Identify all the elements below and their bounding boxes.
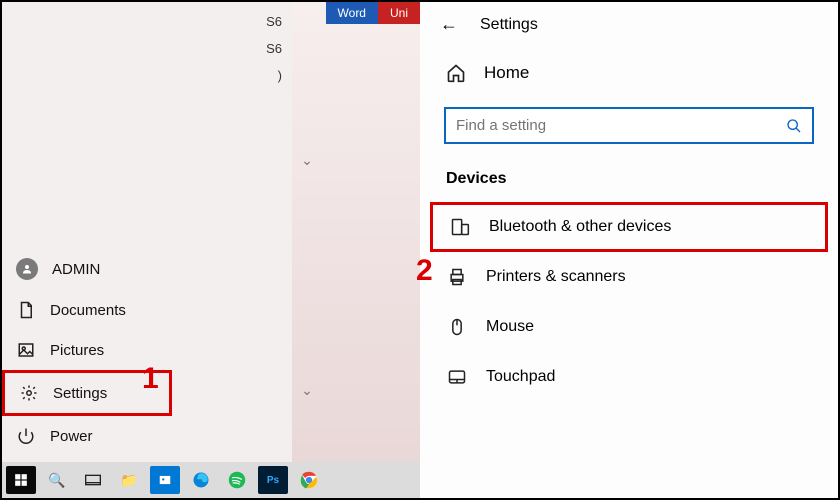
bluetooth-item[interactable]: Bluetooth & other devices: [430, 202, 828, 252]
documents-item[interactable]: Documents: [2, 290, 172, 330]
taskbar: 🔍 📁 Ps: [2, 462, 420, 498]
home-item[interactable]: Home: [420, 53, 838, 93]
back-arrow-icon[interactable]: ←: [440, 14, 458, 35]
mouse-icon: [446, 316, 468, 338]
user-label: ADMIN: [52, 261, 100, 278]
bluetooth-label: Bluetooth & other devices: [489, 218, 671, 236]
settings-header: ← Settings: [420, 2, 838, 53]
app-fragment: S6: [172, 35, 292, 62]
user-account[interactable]: ADMIN: [2, 248, 172, 290]
taskbar-search-icon[interactable]: 🔍: [42, 466, 72, 494]
chrome-icon[interactable]: [294, 466, 324, 494]
document-icon: [16, 300, 36, 320]
tile-word[interactable]: Word: [326, 2, 378, 24]
bluetooth-devices-icon: [449, 216, 471, 238]
file-explorer-icon[interactable]: 📁: [114, 466, 144, 494]
tile-unikey[interactable]: Uni: [378, 2, 420, 24]
start-button[interactable]: [6, 466, 36, 494]
annotation-step-2: 2: [416, 254, 433, 288]
annotation-step-1: 1: [142, 362, 159, 396]
spotify-icon[interactable]: [222, 466, 252, 494]
gear-icon: [19, 383, 39, 403]
search-icon: [786, 118, 802, 134]
avatar-icon: [16, 258, 38, 280]
taskview-icon[interactable]: [78, 466, 108, 494]
start-menu-panel: Word Uni S6 S6 ) ⌄ ⌄ ADMIN Documents: [2, 2, 420, 498]
app-fragment: ): [172, 62, 292, 89]
devices-section-title: Devices: [420, 164, 838, 202]
printers-label: Printers & scanners: [486, 268, 626, 286]
power-item[interactable]: Power: [2, 416, 172, 456]
app-fragment: S6: [172, 8, 292, 35]
edge-icon[interactable]: [186, 466, 216, 494]
settings-title: Settings: [480, 16, 538, 34]
search-container: [444, 107, 814, 144]
settings-panel: ← Settings Home Devices 2 Bluetooth & ot…: [420, 2, 838, 498]
home-label: Home: [484, 63, 529, 83]
settings-label: Settings: [53, 385, 107, 402]
photos-app-icon[interactable]: [150, 466, 180, 494]
power-label: Power: [50, 428, 93, 445]
search-input[interactable]: [444, 107, 814, 144]
chevron-down-icon[interactable]: ⌄: [292, 152, 322, 169]
mouse-item[interactable]: Mouse: [420, 302, 838, 352]
pictures-label: Pictures: [50, 342, 104, 359]
mouse-label: Mouse: [486, 318, 534, 336]
power-icon: [16, 426, 36, 446]
touchpad-label: Touchpad: [486, 368, 555, 386]
start-tiles: Word Uni: [326, 2, 420, 24]
printers-item[interactable]: Printers & scanners: [420, 252, 838, 302]
touchpad-item[interactable]: Touchpad: [420, 352, 838, 402]
documents-label: Documents: [50, 302, 126, 319]
apps-list-fragment: S6 S6 ): [172, 2, 292, 462]
touchpad-icon: [446, 366, 468, 388]
pictures-icon: [16, 340, 36, 360]
chevron-down-icon[interactable]: ⌄: [292, 382, 322, 399]
photoshop-icon[interactable]: Ps: [258, 466, 288, 494]
printer-icon: [446, 266, 468, 288]
home-icon: [446, 63, 466, 83]
